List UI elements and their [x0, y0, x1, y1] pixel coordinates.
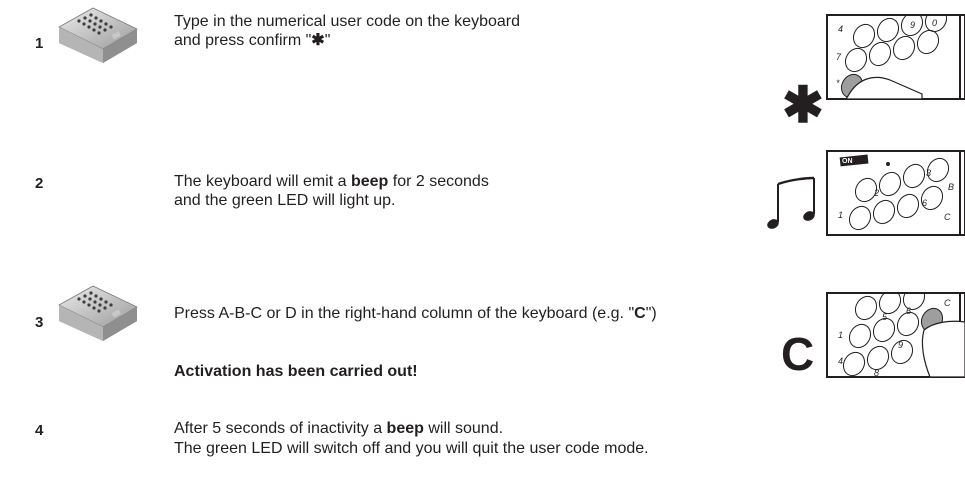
step-number-3: 3	[35, 314, 44, 331]
keypad-closeup-c-icon: 5 6 C 1 4 9 8	[826, 292, 965, 378]
step-1-line-1: Type in the numerical user code on the k…	[174, 13, 520, 30]
step-number-2: 2	[35, 175, 44, 192]
step-4-line-2: The green LED will switch off and you wi…	[174, 440, 649, 457]
step-1-line-2: and press confirm "✱"	[174, 32, 331, 49]
digit-label: C	[944, 212, 951, 222]
digit-label: 0	[932, 18, 937, 28]
digit-label: 6	[906, 306, 911, 316]
digit-label: 3	[926, 168, 931, 178]
step-number-1: 1	[35, 35, 44, 52]
digit-label: 1	[838, 210, 843, 220]
step-number-4: 4	[35, 422, 44, 439]
letter-c-symbol: C	[781, 328, 815, 380]
step-2-line-2: and the green LED will light up.	[174, 192, 396, 209]
digit-label: 2	[873, 188, 879, 198]
digit-label: 6	[922, 198, 927, 208]
step-3-line-1: Press A-B-C or D in the right-hand colum…	[174, 305, 657, 322]
step-4-line-1: After 5 seconds of inactivity a beep wil…	[174, 420, 504, 437]
digit-label: 4	[838, 24, 843, 34]
digit-label: *	[836, 78, 840, 88]
digit-label: 8	[874, 368, 879, 378]
step-2-line-1: The keyboard will emit a beep for 2 seco…	[174, 173, 489, 190]
finger-press-icon	[921, 320, 965, 378]
keypad-device-icon	[58, 285, 138, 341]
music-note-icon	[767, 176, 815, 229]
on-label: ON	[842, 158, 853, 165]
keypad-closeup-on-icon: ON 3 2 B 6 1 C	[826, 150, 965, 236]
digit-label: C	[944, 298, 951, 308]
keypad-device-icon	[58, 7, 138, 63]
keypad-closeup-star-icon: 4 9 0 7 *	[826, 14, 965, 100]
digit-label: B	[948, 182, 954, 192]
star-symbol: ✱	[782, 77, 824, 133]
activation-note: Activation has been carried out!	[174, 363, 418, 380]
digit-label: 4	[838, 356, 843, 366]
digit-label: 1	[838, 330, 843, 340]
digit-label: 9	[910, 20, 915, 30]
digit-label: 9	[898, 340, 903, 350]
